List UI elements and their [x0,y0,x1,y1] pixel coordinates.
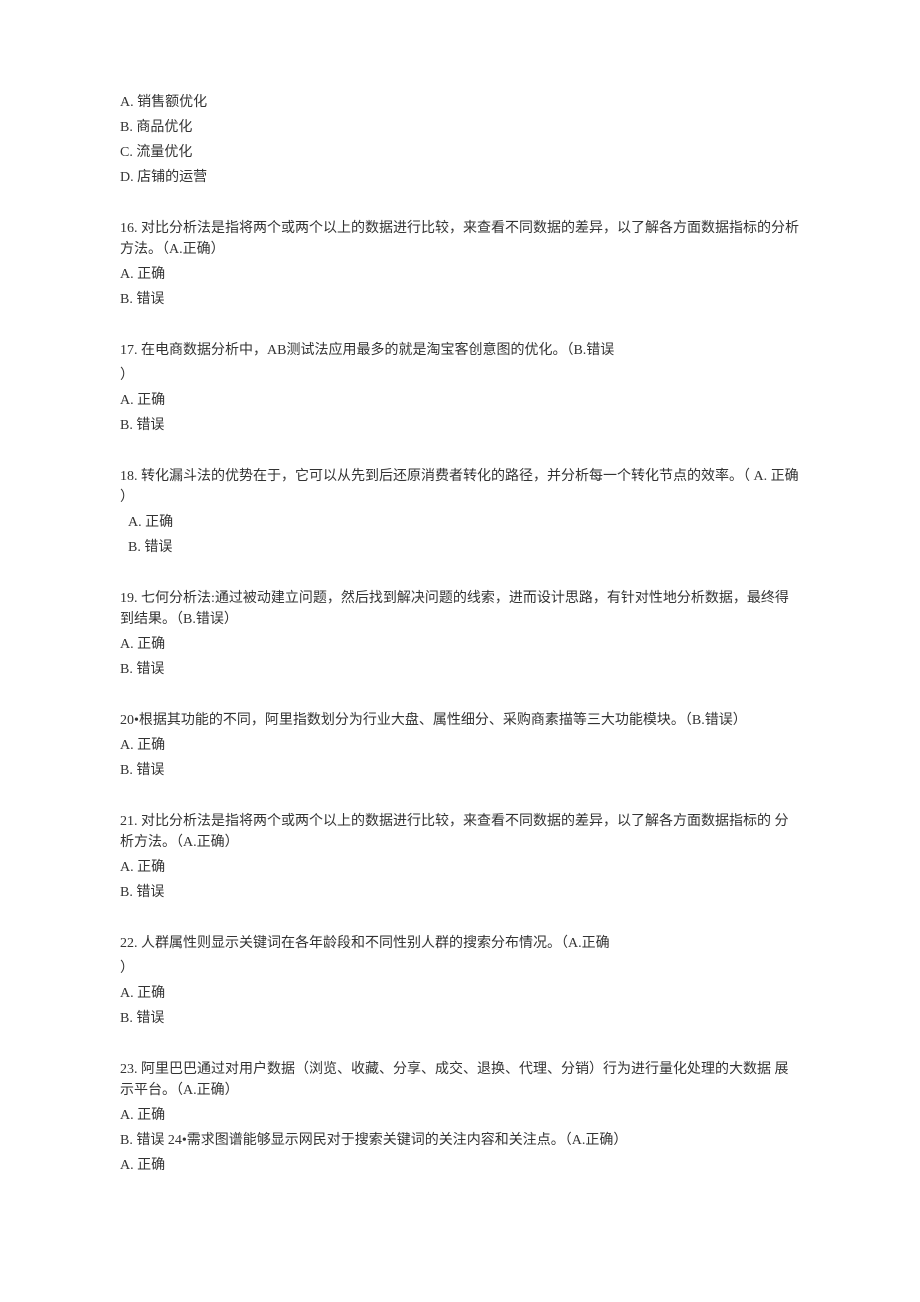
question-23: 23. 阿里巴巴通过对用户数据（浏览、收藏、分享、成交、退换、代理、分销）行为进… [120,1059,800,1176]
option-a: A. 正确 [120,1105,800,1126]
option-a: A. 正确 [120,857,800,878]
option-b: B. 错误 [120,882,800,903]
option-b: B. 错误 [120,415,800,436]
option-a: A. 正确 [120,735,800,756]
option-b: B. 错误 [120,659,800,680]
question-stem: 19. 七何分析法:通过被动建立问题，然后找到解决问题的线索，进而设计思路，有针… [120,588,800,630]
option-c: C. 流量优化 [120,142,800,163]
question-17: 17. 在电商数据分析中，AB测试法应用最多的就是淘宝客创意图的优化。（B.错误… [120,340,800,436]
question-stem-cont: ） [120,365,800,386]
question-stem: 21. 对比分析法是指将两个或两个以上的数据进行比较，来查看不同数据的差异，以了… [120,811,800,853]
option-b: B. 错误 [120,1008,800,1029]
option-b: B. 错误 [120,537,800,558]
question-16: 16. 对比分析法是指将两个或两个以上的数据进行比较，来查看不同数据的差异，以了… [120,218,800,310]
option-a: A. 正确 [120,983,800,1004]
option-b-and-q24: B. 错误 24•需求图谱能够显示网民对于搜索关键词的关注内容和关注点。（A.正… [120,1130,800,1151]
option-a: A. 正确 [120,264,800,285]
option-b: B. 错误 [120,289,800,310]
question-19: 19. 七何分析法:通过被动建立问题，然后找到解决问题的线索，进而设计思路，有针… [120,588,800,680]
question-stem: 18. 转化漏斗法的优势在于，它可以从先到后还原消费者转化的路径，并分析每一个转… [120,466,800,508]
question-stem: 20•根据其功能的不同，阿里指数划分为行业大盘、属性细分、采购商素描等三大功能模… [120,710,800,731]
question-21: 21. 对比分析法是指将两个或两个以上的数据进行比较，来查看不同数据的差异，以了… [120,811,800,903]
question-stem: 22. 人群属性则显示关键词在各年龄段和不同性别人群的搜索分布情况。（A.正确 [120,933,800,954]
option-b: B. 错误 [120,760,800,781]
option-a: A. 正确 [120,634,800,655]
question-stem: 17. 在电商数据分析中，AB测试法应用最多的就是淘宝客创意图的优化。（B.错误 [120,340,800,361]
question-stem-cont: ） [120,958,800,979]
question-stem: 23. 阿里巴巴通过对用户数据（浏览、收藏、分享、成交、退换、代理、分销）行为进… [120,1059,800,1101]
option-a: A. 正确 [120,390,800,411]
question-20: 20•根据其功能的不同，阿里指数划分为行业大盘、属性细分、采购商素描等三大功能模… [120,710,800,781]
option-a-q24: A. 正确 [120,1155,800,1176]
question-stem: 16. 对比分析法是指将两个或两个以上的数据进行比较，来查看不同数据的差异，以了… [120,218,800,260]
option-a: A. 正确 [120,512,800,533]
document-page: A. 销售额优化 B. 商品优化 C. 流量优化 D. 店铺的运营 16. 对比… [0,0,920,1302]
option-a: A. 销售额优化 [120,92,800,113]
option-d: D. 店铺的运营 [120,167,800,188]
question-18: 18. 转化漏斗法的优势在于，它可以从先到后还原消费者转化的路径，并分析每一个转… [120,466,800,558]
question-22: 22. 人群属性则显示关键词在各年龄段和不同性别人群的搜索分布情况。（A.正确 … [120,933,800,1029]
option-b: B. 商品优化 [120,117,800,138]
